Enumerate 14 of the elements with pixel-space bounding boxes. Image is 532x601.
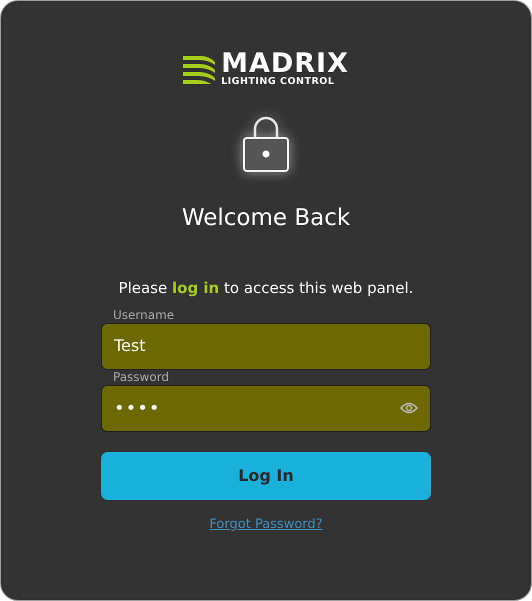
logo-title: MADRIX [221, 53, 349, 75]
login-button[interactable]: Log In [101, 452, 431, 500]
username-field[interactable]: Test [101, 322, 431, 370]
forgot-password-link[interactable]: Forgot Password? [209, 514, 323, 534]
field-value: Test [114, 335, 147, 357]
field-value: •••• [114, 396, 162, 420]
field-label: Password [113, 370, 170, 384]
password-field[interactable]: •••• [101, 384, 431, 432]
welcome-heading: Welcome Back [182, 204, 350, 232]
logo-tagline: LIGHTING CONTROL [221, 77, 336, 86]
eye-icon[interactable] [400, 401, 418, 415]
field-label: Username [113, 308, 176, 322]
intro-text: Please log in to access this web panel. [118, 278, 414, 299]
logo-icon [183, 54, 216, 86]
